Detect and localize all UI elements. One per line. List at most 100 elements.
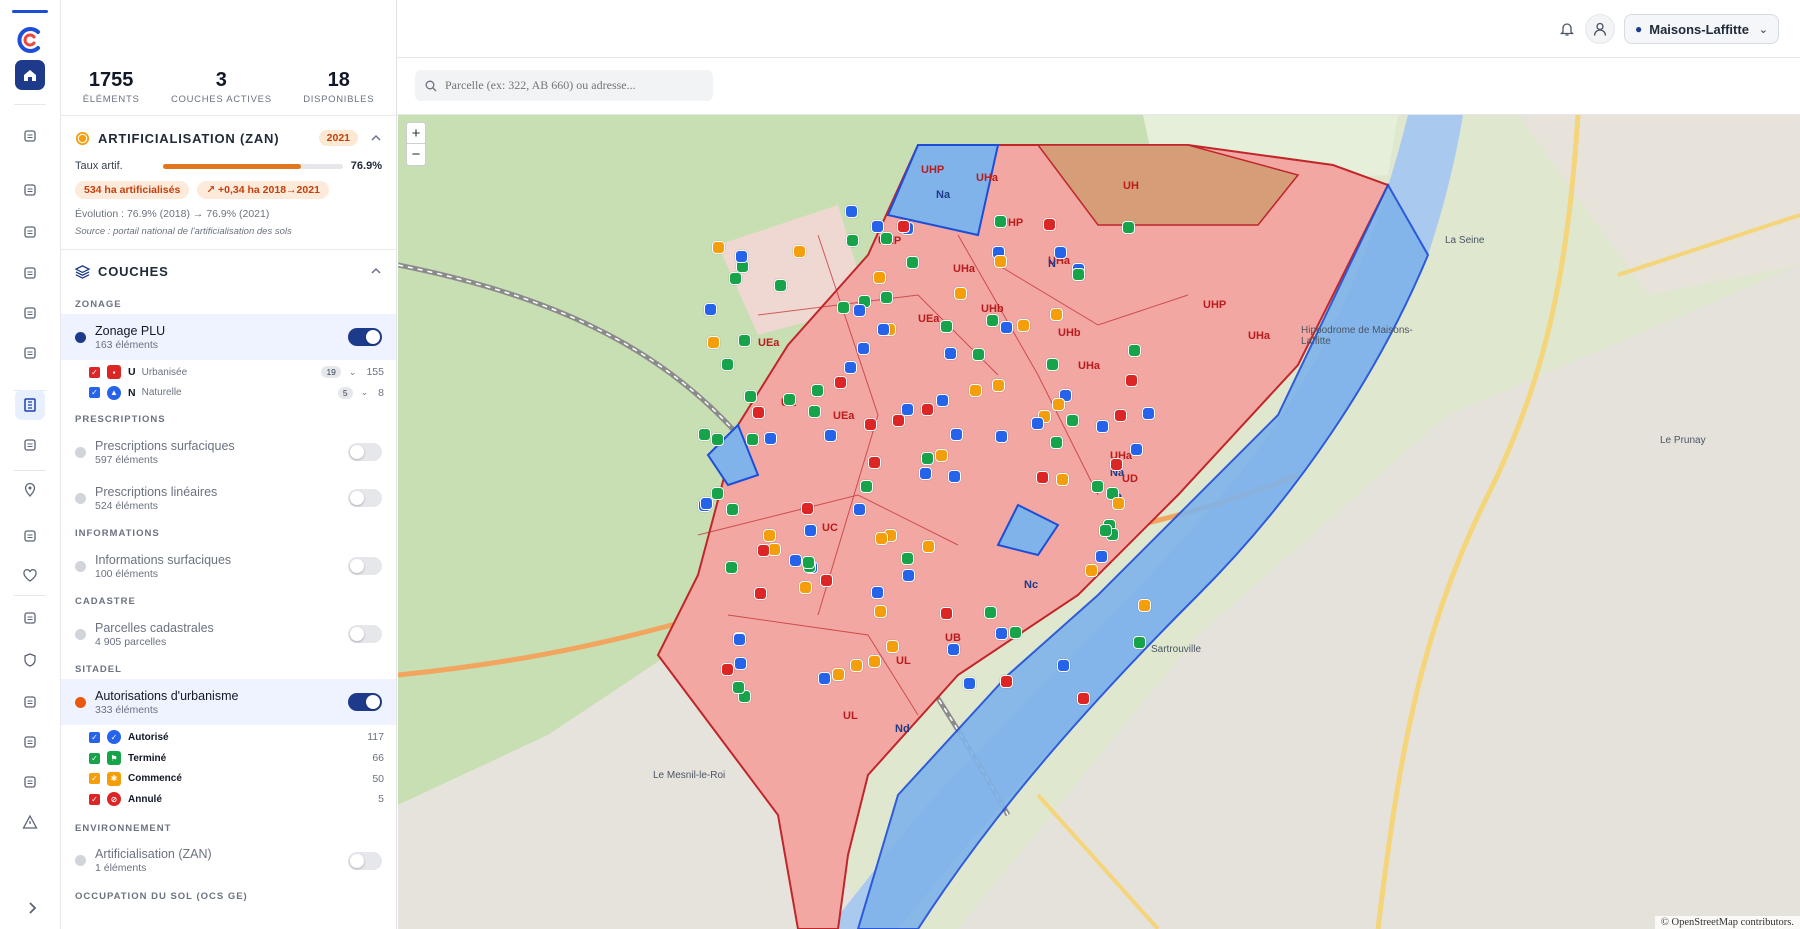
- permit-marker[interactable]: [773, 279, 787, 293]
- permit-marker[interactable]: [1056, 472, 1070, 486]
- zoom-in-button[interactable]: +: [407, 123, 425, 144]
- permit-marker[interactable]: [846, 233, 860, 247]
- permit-marker[interactable]: [875, 531, 889, 545]
- sub-status-commence[interactable]: ✓ ✱ Commencé 50: [61, 768, 396, 789]
- permit-marker[interactable]: [873, 270, 887, 284]
- app-logo-icon[interactable]: [16, 26, 44, 54]
- permit-marker[interactable]: [837, 301, 850, 315]
- permit-marker[interactable]: [1129, 442, 1143, 456]
- layer-toggle[interactable]: [348, 851, 382, 870]
- permit-marker[interactable]: [818, 672, 832, 686]
- bell-icon[interactable]: [1552, 14, 1582, 44]
- permit-marker[interactable]: [939, 320, 953, 334]
- ticket-icon[interactable]: [15, 217, 45, 247]
- sub-status-autorise[interactable]: ✓ ✓ Autorisé 117: [61, 727, 396, 748]
- city-selector[interactable]: ● Maisons-Laffitte ⌄: [1624, 14, 1779, 44]
- permit-marker[interactable]: [720, 357, 734, 371]
- permit-marker[interactable]: [900, 551, 914, 565]
- permit-marker[interactable]: [1051, 397, 1065, 411]
- sub-status-annule[interactable]: ✓ ⊘ Annulé 5: [61, 789, 396, 810]
- permit-marker[interactable]: [743, 389, 757, 403]
- permit-marker[interactable]: [880, 291, 894, 305]
- permit-marker[interactable]: [885, 639, 899, 653]
- permit-marker[interactable]: [939, 606, 953, 620]
- permit-marker[interactable]: [801, 501, 815, 515]
- zoom-out-button[interactable]: −: [407, 144, 425, 165]
- permit-marker[interactable]: [757, 543, 771, 557]
- permit-marker[interactable]: [1133, 635, 1147, 649]
- permit-marker[interactable]: [906, 256, 920, 270]
- permit-marker[interactable]: [699, 497, 713, 511]
- chevron-down-icon[interactable]: ⌄: [349, 367, 357, 378]
- building-icon[interactable]: [15, 727, 45, 757]
- permit-marker[interactable]: [853, 502, 867, 516]
- checkbox[interactable]: ✓: [89, 773, 100, 785]
- permit-marker[interactable]: [995, 430, 1009, 444]
- permit-marker[interactable]: [879, 231, 893, 245]
- permit-marker[interactable]: [1050, 436, 1064, 450]
- permit-marker[interactable]: [725, 560, 739, 574]
- search-input[interactable]: [445, 78, 685, 93]
- permit-marker[interactable]: [763, 431, 777, 445]
- permit-marker[interactable]: [1057, 658, 1071, 672]
- layer-parcelles-cadastrales[interactable]: Parcelles cadastrales 4 905 parcelles: [61, 611, 396, 657]
- permit-marker[interactable]: [1071, 267, 1085, 281]
- permit-marker[interactable]: [948, 469, 962, 483]
- permit-marker[interactable]: [993, 214, 1007, 228]
- permit-marker[interactable]: [864, 417, 878, 431]
- permit-marker[interactable]: [972, 348, 986, 362]
- clipboard-icon[interactable]: [15, 121, 45, 151]
- permit-marker[interactable]: [737, 333, 751, 347]
- permit-marker[interactable]: [876, 322, 890, 336]
- permit-marker[interactable]: [853, 303, 867, 317]
- checkbox[interactable]: ✓: [89, 366, 100, 378]
- permit-marker[interactable]: [985, 314, 999, 328]
- permit-marker[interactable]: [733, 656, 747, 670]
- pin-icon[interactable]: [15, 475, 45, 505]
- permit-marker[interactable]: [803, 524, 817, 538]
- permit-marker[interactable]: [991, 378, 1005, 392]
- permit-marker[interactable]: [868, 654, 881, 668]
- permit-marker[interactable]: [870, 586, 884, 600]
- permit-marker[interactable]: [1049, 307, 1063, 321]
- permit-marker[interactable]: [873, 604, 887, 618]
- permit-marker[interactable]: [698, 428, 712, 442]
- bank-icon[interactable]: [15, 338, 45, 368]
- layer-artificialisation-zan[interactable]: Artificialisation (ZAN) 1 éléments: [61, 838, 396, 884]
- layer-zonage-plu[interactable]: Zonage PLU 163 éléments: [61, 314, 396, 360]
- permit-marker[interactable]: [783, 393, 797, 406]
- permit-marker[interactable]: [732, 633, 746, 647]
- permit-marker[interactable]: [1095, 550, 1109, 564]
- permit-marker[interactable]: [892, 414, 906, 428]
- permit-marker[interactable]: [1109, 458, 1123, 472]
- permit-marker[interactable]: [859, 479, 873, 493]
- layer-prescriptions-surfaciques[interactable]: Prescriptions surfaciques 597 éléments: [61, 429, 396, 475]
- permit-marker[interactable]: [1122, 221, 1136, 235]
- permit-marker[interactable]: [799, 580, 813, 594]
- permit-marker[interactable]: [844, 204, 858, 218]
- zan-section-header[interactable]: ARTIFICIALISATION (ZAN) 2021: [61, 116, 396, 160]
- file-icon[interactable]: [15, 298, 45, 328]
- permit-marker[interactable]: [819, 573, 833, 587]
- permit-marker[interactable]: [935, 394, 949, 408]
- permit-marker[interactable]: [969, 383, 983, 397]
- permit-marker[interactable]: [921, 451, 935, 465]
- permit-marker[interactable]: [954, 287, 968, 300]
- permit-marker[interactable]: [802, 555, 816, 569]
- permit-marker[interactable]: [833, 375, 847, 389]
- permit-marker[interactable]: [706, 336, 720, 350]
- permit-marker[interactable]: [1114, 408, 1128, 422]
- permit-marker[interactable]: [1112, 497, 1126, 510]
- layer-toggle[interactable]: [348, 489, 382, 508]
- chevron-up-icon[interactable]: [370, 132, 382, 144]
- permit-marker[interactable]: [1124, 373, 1138, 387]
- sub-status-termine[interactable]: ✓ ⚑ Terminé 66: [61, 748, 396, 769]
- permit-marker[interactable]: [856, 341, 870, 355]
- permit-marker[interactable]: [1095, 419, 1109, 433]
- layer-toggle[interactable]: [348, 693, 382, 712]
- permit-marker[interactable]: [1035, 471, 1049, 485]
- permit-marker[interactable]: [918, 466, 932, 480]
- permit-marker[interactable]: [1098, 524, 1112, 538]
- permit-marker[interactable]: [950, 428, 964, 442]
- shield-icon[interactable]: [15, 645, 45, 675]
